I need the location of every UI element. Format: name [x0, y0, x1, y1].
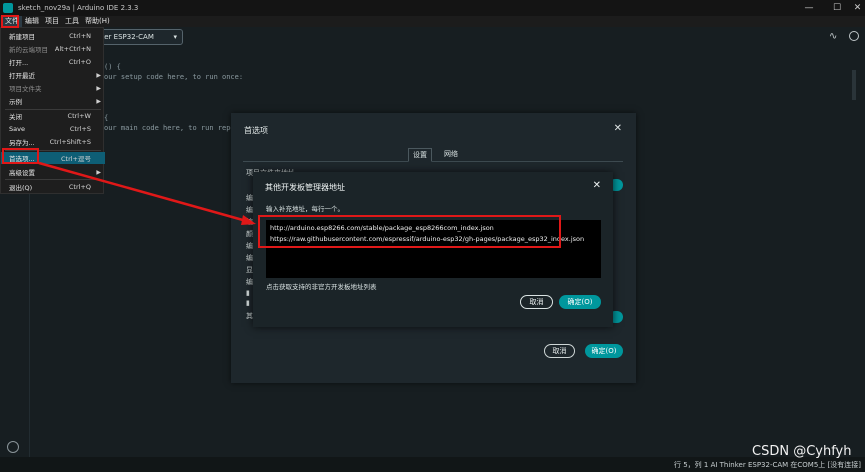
- annotation-highlight-file-menu: [1, 15, 19, 28]
- menu-item-quit[interactable]: 退出(Q) Ctrl+Q: [1, 181, 105, 193]
- menu-item-open[interactable]: 打开... Ctrl+O: [1, 56, 105, 68]
- menu-item-new-cloud-sketch[interactable]: 新的云端项目 Alt+Ctrl+N: [1, 43, 105, 55]
- setting-label: 编: [246, 242, 253, 250]
- submenu-arrow-icon: ▶: [96, 168, 101, 176]
- maximize-button[interactable]: ☐: [823, 0, 851, 16]
- arduino-app-icon: [3, 3, 13, 13]
- annotation-highlight-preferences: [2, 148, 39, 164]
- annotation-highlight-urls: [258, 215, 561, 248]
- menu-item-close[interactable]: 关闭 Ctrl+W: [1, 110, 105, 122]
- status-text: 行 5，列 1 AI Thinker ESP32-CAM 在COM5上 [没有连…: [673, 461, 861, 469]
- submenu-arrow-icon: ▶: [96, 84, 101, 92]
- menu-item-open-recent[interactable]: 打开最近 ▶: [1, 69, 105, 81]
- menu-tools[interactable]: 工具: [62, 16, 82, 27]
- submenu-arrow-icon: ▶: [96, 97, 101, 105]
- menu-item-sketchbook[interactable]: 项目文件夹 ▶: [1, 82, 105, 94]
- file-menu-dropdown: 新建项目 Ctrl+N 新的云端项目 Alt+Ctrl+N 打开... Ctrl…: [0, 27, 105, 194]
- code-line: our main code here, to run repeat: [104, 124, 244, 132]
- serial-monitor-icon[interactable]: [849, 31, 859, 41]
- tab-settings[interactable]: 设置: [408, 148, 432, 162]
- close-window-button[interactable]: ✕: [850, 0, 865, 16]
- setting-label: 编: [246, 194, 253, 202]
- boards-url-dialog: 其他开发板管理器地址 ✕ 输入补充地址，每行一个。 http://arduino…: [253, 172, 613, 327]
- close-icon[interactable]: ✕: [593, 180, 601, 191]
- menu-sketch[interactable]: 项目: [42, 16, 62, 27]
- menu-divider: [5, 179, 101, 180]
- setting-label: 颜: [246, 230, 253, 238]
- preferences-tabs: 设置 网络: [243, 148, 623, 162]
- tab-network[interactable]: 网络: [439, 148, 463, 162]
- code-line: () {: [104, 63, 121, 71]
- serial-plotter-icon[interactable]: ∿: [829, 31, 837, 42]
- window-title: sketch_nov29a | Arduino IDE 2.3.3: [18, 4, 139, 12]
- menu-help[interactable]: 帮助(H): [82, 16, 113, 27]
- menu-item-save[interactable]: Save Ctrl+S: [1, 123, 105, 135]
- menu-edit[interactable]: 编辑: [22, 16, 42, 27]
- menu-item-examples[interactable]: 示例 ▶: [1, 95, 105, 107]
- submenu-arrow-icon: ▶: [96, 71, 101, 79]
- menu-item-save-as[interactable]: 另存为... Ctrl+Shift+S: [1, 136, 105, 148]
- user-account-icon[interactable]: [7, 441, 19, 453]
- setting-label: 编: [246, 218, 253, 226]
- minimize-button[interactable]: —: [795, 0, 823, 16]
- menu-item-new-sketch[interactable]: 新建项目 Ctrl+N: [1, 30, 105, 42]
- setting-label: 编: [246, 206, 253, 214]
- chevron-down-icon: ▾: [173, 33, 177, 41]
- preferences-ok-button[interactable]: 确定(O): [585, 344, 623, 358]
- preferences-cancel-button[interactable]: 取消: [544, 344, 575, 358]
- boards-cancel-button[interactable]: 取消: [520, 295, 553, 309]
- watermark: CSDN @Cyhfyh: [752, 444, 852, 459]
- status-bar: 行 5，列 1 AI Thinker ESP32-CAM 在COM5上 [没有连…: [0, 457, 865, 472]
- setting-label: 编: [246, 278, 253, 286]
- setting-label: 显: [246, 266, 253, 274]
- boards-dialog-hint: 输入补充地址，每行一个。: [266, 205, 344, 213]
- close-icon[interactable]: ✕: [614, 123, 622, 134]
- boards-ok-button[interactable]: 确定(O): [559, 295, 601, 309]
- menu-bar: 文件 编辑 项目 工具 帮助(H): [0, 16, 865, 27]
- unofficial-boards-link[interactable]: 点击获取支持的非官方开发板地址列表: [266, 281, 377, 291]
- setting-label: 编: [246, 254, 253, 262]
- setting-checkbox[interactable]: ▮: [246, 289, 250, 297]
- menu-item-advanced[interactable]: 高级设置 ▶: [1, 166, 105, 178]
- code-line: our setup code here, to run once:: [104, 73, 244, 81]
- setting-label: 其: [246, 312, 253, 320]
- setting-checkbox[interactable]: ▮: [246, 299, 250, 307]
- boards-dialog-title: 其他开发板管理器地址: [265, 183, 345, 192]
- editor-scrollbar[interactable]: [852, 70, 856, 100]
- preferences-title: 首选项: [244, 126, 268, 135]
- title-bar: sketch_nov29a | Arduino IDE 2.3.3: [0, 0, 865, 16]
